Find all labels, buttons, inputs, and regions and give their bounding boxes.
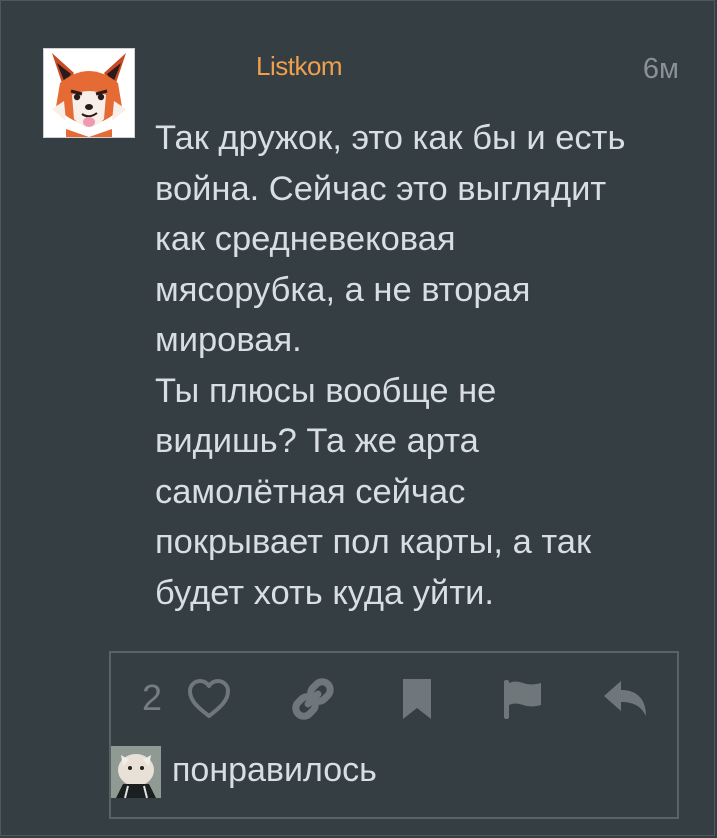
comment-line: видишь? Та же арта	[155, 422, 479, 460]
comment-line: Так дружок, это как бы и есть	[155, 119, 626, 157]
comment-line: будет хоть куда уйти.	[155, 573, 494, 612]
liked-label: понравилось	[172, 751, 377, 789]
comment-line: самолётная сейчас	[155, 472, 466, 511]
post-time: 6м	[642, 53, 679, 85]
comment-line: мировая.	[155, 321, 302, 359]
fox-avatar-image	[44, 49, 134, 137]
comment-line: мясорубка, а не вторая	[155, 270, 531, 309]
author-name[interactable]: Listkom	[256, 50, 343, 82]
heart-icon[interactable]	[185, 676, 233, 722]
comment-line: Ты плюсы вообще не	[155, 371, 497, 410]
comment-line: как средневековая	[155, 220, 456, 258]
like-count: 2	[142, 677, 163, 718]
comment-text: Так дружок, это как бы и есть война. Сей…	[155, 113, 695, 618]
bookmark-icon[interactable]	[395, 676, 439, 722]
author-avatar[interactable]	[43, 48, 135, 138]
comment-line: война. Сейчас это выглядит	[155, 169, 607, 208]
flag-icon[interactable]	[497, 676, 547, 722]
liker-avatar[interactable]	[111, 746, 161, 798]
reply-icon[interactable]	[600, 676, 650, 722]
link-icon[interactable]	[288, 676, 338, 722]
comment-line: покрывает пол карты, а так	[155, 523, 592, 561]
